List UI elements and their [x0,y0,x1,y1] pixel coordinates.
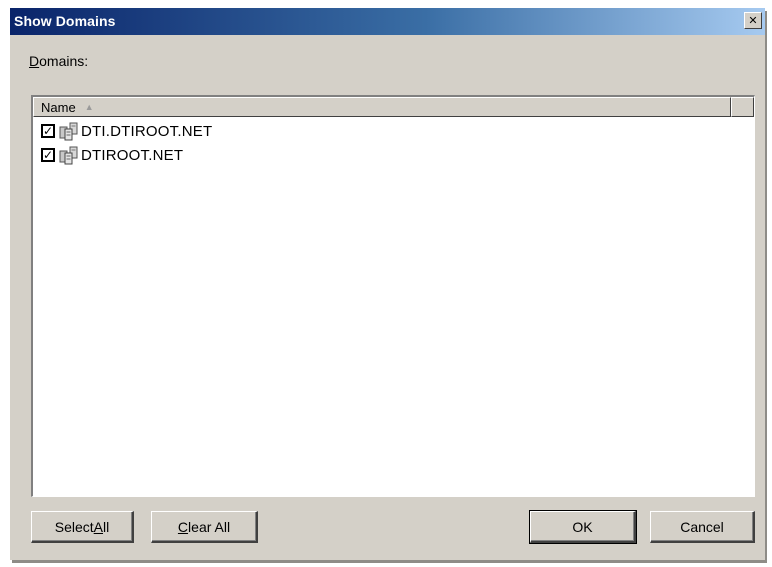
cancel-button[interactable]: Cancel [650,511,755,543]
column-header-filler [731,97,754,117]
clear-all-label-post: lear All [188,518,231,535]
domains-list[interactable]: Name ▲ ✓ DTI.DTIROOT.NET ✓ DTIROOT.NET [31,95,755,497]
domains-label-accel: D [29,53,40,69]
domains-label-rest: omains: [39,53,89,69]
domain-name: DTIROOT.NET [81,146,184,164]
clear-all-button[interactable]: Clear All [151,511,258,543]
show-domains-dialog: Show Domains ✕ Domains: Name ▲ ✓ DTI.DTI… [10,8,765,560]
domain-checkbox[interactable]: ✓ [41,124,55,138]
list-item[interactable]: ✓ DTIROOT.NET [33,143,754,167]
domain-icon [59,122,78,141]
close-button[interactable]: ✕ [744,12,762,29]
close-icon: ✕ [748,14,758,27]
list-item[interactable]: ✓ DTI.DTIROOT.NET [33,119,754,143]
select-all-label-accel: A [93,518,104,535]
dialog-title: Show Domains [14,13,116,29]
domain-name: DTI.DTIROOT.NET [81,122,213,140]
select-all-button[interactable]: Select All [31,511,134,543]
list-body: ✓ DTI.DTIROOT.NET ✓ DTIROOT.NET [33,119,754,496]
check-icon: ✓ [42,148,54,162]
sort-ascending-icon: ▲ [84,102,94,112]
select-all-label-pre: Select [54,518,94,535]
domains-label: Domains: [29,53,88,69]
domain-icon [59,146,78,165]
check-icon: ✓ [42,124,54,138]
select-all-label-post: ll [103,518,110,535]
title-bar[interactable]: Show Domains ✕ [10,8,765,35]
list-header: Name ▲ [33,97,754,117]
domain-checkbox[interactable]: ✓ [41,148,55,162]
clear-all-label-accel: C [177,518,189,535]
ok-button[interactable]: OK [529,510,637,544]
column-header-label: Name [41,100,76,115]
column-header-name[interactable]: Name ▲ [33,97,731,117]
